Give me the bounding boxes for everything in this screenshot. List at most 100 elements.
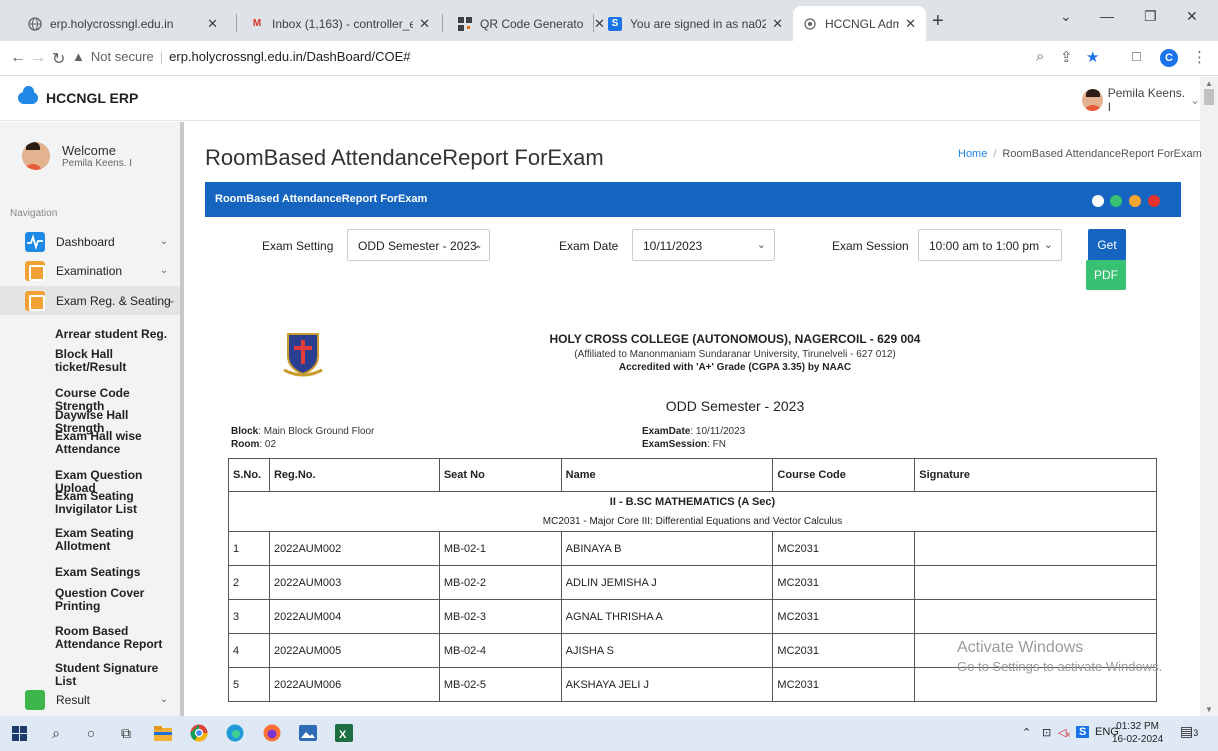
notification-icon[interactable]: ▤3 bbox=[1180, 723, 1198, 740]
sno-cell: 5 bbox=[228, 667, 270, 702]
examdate-value: : 10/11/2023 bbox=[690, 426, 746, 437]
panel-header: RoomBased AttendanceReport ForExam bbox=[205, 182, 1181, 217]
file-explorer-icon[interactable] bbox=[152, 722, 174, 744]
submenu-exam-seating-invigilator-list[interactable]: Exam Seating Invigilator List bbox=[55, 490, 175, 516]
college-name: HOLY CROSS COLLEGE (AUTONOMOUS), NAGERCO… bbox=[549, 332, 921, 346]
exam-session-select[interactable]: 10:00 am to 1:00 pm ⌄ bbox=[918, 229, 1062, 261]
search-icon[interactable]: ⌕ bbox=[45, 722, 67, 744]
semester-title: ODD Semester - 2023 bbox=[665, 398, 805, 414]
back-icon[interactable]: ← bbox=[10, 49, 26, 67]
course-code-cell: MC2031 bbox=[772, 565, 916, 600]
network-icon[interactable]: ⊡ bbox=[1042, 726, 1051, 739]
chevron-down-icon: ⌄ bbox=[471, 239, 481, 251]
sidebar-item-dashboard[interactable]: Dashboard ⌄ bbox=[0, 227, 180, 256]
scroll-up-icon[interactable]: ▲ bbox=[1205, 79, 1213, 88]
window-close-icon[interactable]: ✕ bbox=[1186, 8, 1198, 25]
user-menu[interactable]: Pemila Keens. I ⌄ bbox=[1082, 86, 1200, 114]
more-menu-icon[interactable]: ⋮ bbox=[1192, 48, 1207, 66]
welcome-block: Welcome Pemila Keens. I bbox=[22, 142, 132, 170]
bookmark-star-icon[interactable]: ★ bbox=[1086, 48, 1099, 66]
course-code-cell: MC2031 bbox=[772, 531, 916, 566]
tray-chevron-up-icon[interactable]: ⌃ bbox=[1022, 726, 1031, 739]
excel-icon[interactable]: X bbox=[333, 722, 355, 744]
name-cell: ADLIN JEMISHA J bbox=[560, 565, 774, 600]
photos-icon[interactable] bbox=[297, 722, 319, 744]
exam-setting-select[interactable]: ODD Semester - 2023- ⌄ bbox=[347, 229, 490, 261]
book-icon bbox=[25, 260, 45, 281]
profile-avatar[interactable]: C bbox=[1160, 49, 1178, 67]
sidebar-item-result[interactable]: Result ⌄ bbox=[0, 685, 180, 714]
breadcrumb-home[interactable]: Home bbox=[958, 148, 987, 160]
sidebar-item-examination[interactable]: Examination ⌄ bbox=[0, 256, 180, 285]
welcome-text: Welcome bbox=[62, 143, 116, 158]
exam-date-select[interactable]: 10/11/2023 ⌄ bbox=[632, 229, 775, 261]
chevron-down-icon: ⌄ bbox=[159, 694, 168, 705]
submenu-exam-seatings[interactable]: Exam Seatings bbox=[55, 566, 175, 579]
exam-session-value: 10:00 am to 1:00 pm bbox=[929, 239, 1040, 253]
browser-tab-inbox[interactable]: M Inbox (1,163) - controller_exa ✕ bbox=[240, 6, 440, 41]
breadcrumb: Home / RoomBased AttendanceReport ForExam bbox=[958, 148, 1202, 160]
brand-logo[interactable]: HCCNGL ERP bbox=[18, 86, 138, 106]
side-panel-icon[interactable]: □ bbox=[1132, 48, 1141, 65]
browser-tab-admin[interactable]: HCCNGL Admin |COE ✕ bbox=[793, 6, 926, 41]
taskbar-clock[interactable]: 01:32 PM 16-02-2024 bbox=[1112, 720, 1163, 746]
submenu-arrear-student-reg[interactable]: Arrear student Reg. bbox=[55, 328, 175, 341]
browser-tab-erp[interactable]: erp.holycrossngl.edu.in ✕ bbox=[18, 6, 228, 41]
zoom-icon[interactable]: ⌕ bbox=[1036, 48, 1044, 65]
reload-panel-icon[interactable] bbox=[1110, 195, 1122, 207]
cortana-icon[interactable]: ○ bbox=[80, 722, 102, 744]
close-icon[interactable]: ✕ bbox=[207, 16, 218, 32]
table-header-row: S.No. Reg.No. Seat No Name Course Code S… bbox=[228, 458, 1157, 492]
firefox-icon[interactable] bbox=[261, 722, 283, 744]
room-label: Room bbox=[231, 439, 260, 450]
regno-cell: 2022AUM006 bbox=[268, 667, 440, 702]
gmail-icon: M bbox=[252, 18, 262, 29]
reload-icon[interactable]: ↻ bbox=[52, 49, 65, 69]
close-icon[interactable]: ✕ bbox=[905, 16, 916, 32]
signature-cell bbox=[914, 565, 1157, 600]
chevron-down-icon: ⌄ bbox=[756, 239, 766, 251]
tab-search-icon[interactable]: ⌄ bbox=[1060, 8, 1072, 25]
regno-cell: 2022AUM002 bbox=[268, 531, 440, 566]
windows-start-icon[interactable] bbox=[8, 722, 30, 744]
new-tab-button[interactable]: + bbox=[932, 10, 944, 33]
table-row: 1 2022AUM002 MB-02-1 ABINAYA B MC2031 bbox=[228, 531, 1157, 566]
close-icon[interactable]: ✕ bbox=[772, 16, 783, 32]
url-field[interactable]: ▲ Not secure | erp.holycrossngl.edu.in/D… bbox=[72, 49, 411, 64]
page-scrollbar[interactable]: ▲ ▼ bbox=[1200, 77, 1218, 716]
browser-tab-qr[interactable]: QR Code Generator bbox=[448, 6, 593, 41]
collapse-icon[interactable] bbox=[1129, 195, 1141, 207]
remove-panel-icon[interactable] bbox=[1148, 195, 1160, 207]
regno-cell: 2022AUM004 bbox=[268, 599, 440, 634]
forward-icon[interactable]: → bbox=[30, 49, 46, 67]
restore-icon[interactable]: ❐ bbox=[1144, 8, 1157, 25]
task-view-icon[interactable]: ⧉ bbox=[115, 722, 137, 744]
sidebar-item-exam-reg-seating[interactable]: Exam Reg. & Seating ⌄ bbox=[0, 286, 180, 315]
volume-muted-icon[interactable]: ◁ₓ bbox=[1058, 726, 1070, 739]
submenu-exam-hall-wise-attendance[interactable]: Exam Hall wise Attendance bbox=[55, 430, 175, 456]
submenu-block-hall-ticket[interactable]: Block Hall ticket/Result bbox=[55, 348, 175, 374]
chrome-icon[interactable] bbox=[188, 722, 210, 744]
edge-icon[interactable] bbox=[224, 722, 246, 744]
minimize-icon[interactable]: — bbox=[1100, 8, 1114, 24]
scroll-down-icon[interactable]: ▼ bbox=[1205, 705, 1213, 714]
browser-tab-signed-in[interactable]: S You are signed in as na029 ✕ bbox=[598, 6, 793, 41]
tab-title: HCCNGL Admin |COE bbox=[825, 16, 900, 31]
app-tray-icon[interactable]: S bbox=[1076, 726, 1090, 738]
close-icon[interactable]: ✕ bbox=[419, 16, 430, 32]
submenu-question-cover-printing[interactable]: Question Cover Printing bbox=[55, 587, 175, 613]
pdf-button[interactable]: PDF bbox=[1086, 260, 1126, 290]
page-icon bbox=[803, 17, 817, 31]
submenu-room-based-attendance-report[interactable]: Room Based Attendance Report bbox=[55, 625, 175, 651]
avatar bbox=[1082, 89, 1103, 111]
share-icon[interactable]: ⇪ bbox=[1060, 48, 1073, 66]
tab-title: You are signed in as na029 bbox=[630, 16, 767, 31]
scrollbar-thumb[interactable] bbox=[1204, 89, 1214, 105]
session-value: : FN bbox=[707, 439, 726, 450]
watermark-title: Activate Windows bbox=[957, 639, 1084, 656]
expand-icon[interactable] bbox=[1092, 195, 1104, 207]
windows-taskbar: ⌕ ○ ⧉ X ⌃ ⊡ ◁ₓ S ENG 01:32 PM 16-02-2024… bbox=[0, 716, 1218, 751]
name-cell: ABINAYA B bbox=[560, 531, 774, 566]
get-button[interactable]: Get bbox=[1088, 229, 1126, 261]
submenu-exam-seating-allotment[interactable]: Exam Seating Allotment bbox=[55, 527, 175, 553]
